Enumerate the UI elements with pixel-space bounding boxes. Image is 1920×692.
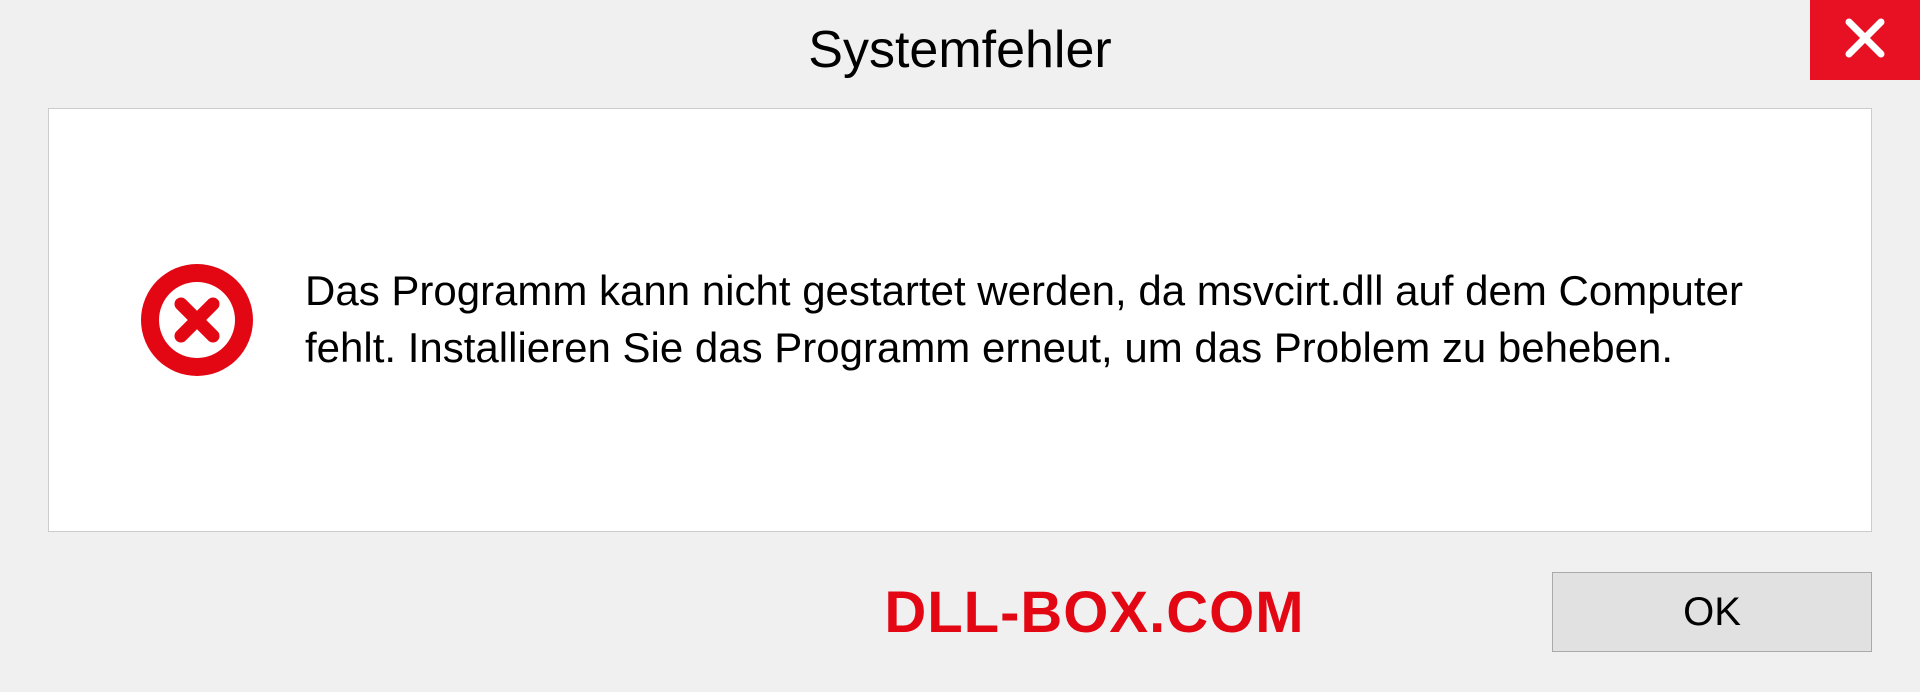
ok-button-label: OK — [1683, 590, 1741, 635]
dialog-title: Systemfehler — [808, 20, 1111, 80]
close-icon — [1843, 16, 1887, 65]
error-message: Das Programm kann nicht gestartet werden… — [305, 263, 1811, 376]
content-panel: Das Programm kann nicht gestartet werden… — [48, 108, 1872, 532]
watermark-text: DLL-BOX.COM — [884, 579, 1304, 646]
titlebar: Systemfehler — [0, 0, 1920, 100]
error-icon — [139, 262, 255, 378]
ok-button[interactable]: OK — [1552, 572, 1872, 652]
button-row: DLL-BOX.COM OK — [0, 532, 1920, 692]
error-dialog: Systemfehler Das Programm kann nicht ges… — [0, 0, 1920, 692]
close-button[interactable] — [1810, 0, 1920, 80]
